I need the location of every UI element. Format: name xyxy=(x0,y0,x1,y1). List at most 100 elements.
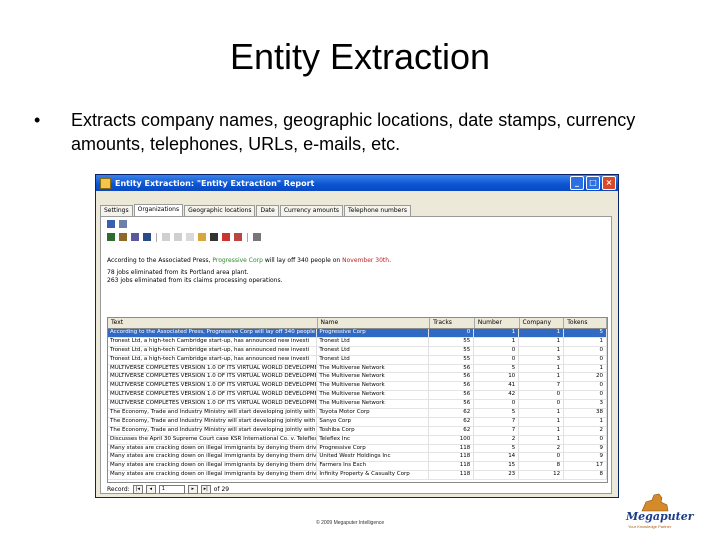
record-input[interactable]: 1 xyxy=(158,484,185,494)
maximize-icon[interactable]: □ xyxy=(586,176,600,190)
column-header-company[interactable]: Company xyxy=(520,318,565,328)
table-row[interactable]: Tronest Ltd, a high-tech Cambridge start… xyxy=(108,346,607,356)
cell-text: The Economy, Trade and Industry Ministry… xyxy=(110,417,318,426)
table-row[interactable]: MULTIVERSE COMPLETES VERSION 1.0 OF ITS … xyxy=(108,373,607,383)
cell-company: 1 xyxy=(519,329,565,337)
table-row[interactable]: Many states are cracking down on illegal… xyxy=(108,444,607,454)
delete-icon[interactable] xyxy=(234,233,242,241)
table-body: According to the Associated Press, Progr… xyxy=(108,329,607,481)
cell-number: 42 xyxy=(474,391,520,400)
binoculars-icon[interactable] xyxy=(210,233,218,241)
cell-number: 0 xyxy=(474,346,520,355)
cell-tokens: 8 xyxy=(564,471,607,480)
tab-telephone-numbers[interactable]: Telephone numbers xyxy=(344,205,411,216)
cell-tracks: 56 xyxy=(429,400,475,409)
first-record-button[interactable]: |◂ xyxy=(132,484,143,494)
tab-date[interactable]: Date xyxy=(256,205,279,216)
cell-company: 1 xyxy=(519,426,565,435)
bullet-text: Extracts company names, geographic locat… xyxy=(71,110,636,154)
cell-tokens: 17 xyxy=(564,462,607,471)
table-row[interactable]: Many states are cracking down on illegal… xyxy=(108,471,607,481)
cell-text: Tronest Ltd, a high-tech Cambridge start… xyxy=(108,355,318,364)
table-row[interactable]: According to the Associated Press, Progr… xyxy=(108,329,607,338)
column-header-text[interactable]: Text xyxy=(108,318,318,328)
last-record-button[interactable]: ▸| xyxy=(200,484,211,494)
table-row[interactable]: MULTIVERSE COMPLETES VERSION 1.0 OF ITS … xyxy=(108,382,607,392)
cell-name: United Westr Holdings Inc xyxy=(317,453,430,462)
cell-name: The Multiverse Network xyxy=(317,364,430,373)
cell-name: The Multiverse Network xyxy=(317,391,430,400)
column-header-tracks[interactable]: Tracks xyxy=(430,318,475,328)
cell-number: 10 xyxy=(474,373,520,382)
cell-name: Sanyo Corp xyxy=(317,417,430,426)
export-icon[interactable] xyxy=(107,220,115,228)
document-icon[interactable] xyxy=(119,220,127,228)
checkbox-icon[interactable] xyxy=(162,233,170,241)
table-row[interactable]: Many states are cracking down on illegal… xyxy=(108,453,607,463)
cell-number: 5 xyxy=(474,364,520,373)
cell-name: Tronest Ltd xyxy=(317,337,430,346)
filter-icon[interactable] xyxy=(131,233,139,241)
table-row[interactable]: MULTIVERSE COMPLETES VERSION 1.0 OF ITS … xyxy=(108,391,607,401)
tab-geographic-locations[interactable]: Geographic locations xyxy=(184,205,256,216)
columns-icon[interactable] xyxy=(143,233,151,241)
record-total: of 29 xyxy=(213,485,230,493)
tab-settings[interactable]: Settings xyxy=(100,205,133,216)
record-label: Record: xyxy=(107,485,130,493)
note-line-1: According to the Associated Press, Progr… xyxy=(107,257,391,264)
cell-name: Toyota Motor Corp xyxy=(317,409,430,417)
table-row[interactable]: Tronest Ltd, a high-tech Cambridge start… xyxy=(108,355,607,365)
cell-name: Progressive Corp xyxy=(317,444,430,453)
cell-company: 1 xyxy=(519,417,565,426)
cell-name: Tronest Ltd xyxy=(317,346,430,355)
tab-organizations[interactable]: Organizations xyxy=(133,204,184,216)
cell-text: The Economy, Trade and Industry Ministry… xyxy=(110,409,318,417)
table-row[interactable]: MULTIVERSE COMPLETES VERSION 1.0 OF ITS … xyxy=(108,400,607,410)
cell-name: Tronest Ltd xyxy=(317,355,430,364)
cell-company: 7 xyxy=(519,382,565,391)
cell-name: The Multiverse Network xyxy=(317,382,430,391)
cell-company: 1 xyxy=(519,435,565,444)
sphinx-logo-icon xyxy=(641,493,669,512)
cell-text: Tronest Ltd, a high-tech Cambridge start… xyxy=(108,337,318,346)
close-icon[interactable]: × xyxy=(602,176,616,190)
copyright-footer: © 2009 Megaputer Intelligence xyxy=(316,520,385,526)
cell-number: 14 xyxy=(474,453,520,462)
table-row[interactable]: The Economy, Trade and Industry Ministry… xyxy=(108,409,607,418)
cell-tokens: 9 xyxy=(564,453,607,462)
cell-name: Toshiba Corp xyxy=(317,426,430,435)
table-icon[interactable] xyxy=(107,233,115,241)
window-titlebar[interactable]: Entity Extraction: "Entity Extraction" R… xyxy=(96,175,618,191)
cell-tokens: 1 xyxy=(564,337,607,346)
cell-number: 1 xyxy=(474,329,520,337)
minimize-icon[interactable]: _ xyxy=(570,176,584,190)
results-table: Text Name Tracks Number Company Tokens A… xyxy=(107,317,608,483)
cell-tracks: 56 xyxy=(429,364,475,373)
chart-icon[interactable] xyxy=(119,233,127,241)
grid-settings-icon[interactable] xyxy=(253,233,261,241)
table-row[interactable]: The Economy, Trade and Industry Ministry… xyxy=(108,417,607,427)
cell-tracks: 62 xyxy=(429,417,475,426)
table-row[interactable]: Many states are cracking down on illegal… xyxy=(108,462,607,472)
record-navigator: Record: |◂ ◂ 1 ▸ ▸| of 29 xyxy=(107,484,229,494)
next-record-button[interactable]: ▸ xyxy=(187,484,198,494)
logo-tagline: Your Knowledge Partner xyxy=(628,524,672,529)
column-header-name[interactable]: Name xyxy=(318,318,431,328)
table-row[interactable]: MULTIVERSE COMPLETES VERSION 1.0 OF ITS … xyxy=(108,364,607,374)
column-header-number[interactable]: Number xyxy=(475,318,520,328)
prev-record-button[interactable]: ◂ xyxy=(145,484,156,494)
scissors-icon[interactable] xyxy=(222,233,230,241)
column-header-tokens[interactable]: Tokens xyxy=(564,318,607,328)
tab-currency-amounts[interactable]: Currency amounts xyxy=(279,205,344,216)
highlight-icon[interactable] xyxy=(198,233,206,241)
toolbar-divider xyxy=(247,233,248,242)
cell-tracks: 62 xyxy=(429,426,475,435)
cell-text: Discusses the April 30 Supreme Court cas… xyxy=(110,435,318,444)
cell-number: 23 xyxy=(474,471,520,480)
table-row[interactable]: The Economy, Trade and Industry Ministry… xyxy=(108,426,607,436)
cell-tracks: 118 xyxy=(429,444,475,453)
clear-icon[interactable] xyxy=(186,233,194,241)
table-row[interactable]: Tronest Ltd, a high-tech Cambridge start… xyxy=(108,337,607,347)
table-row[interactable]: Discusses the April 30 Supreme Court cas… xyxy=(108,435,607,445)
uncheck-icon[interactable] xyxy=(174,233,182,241)
